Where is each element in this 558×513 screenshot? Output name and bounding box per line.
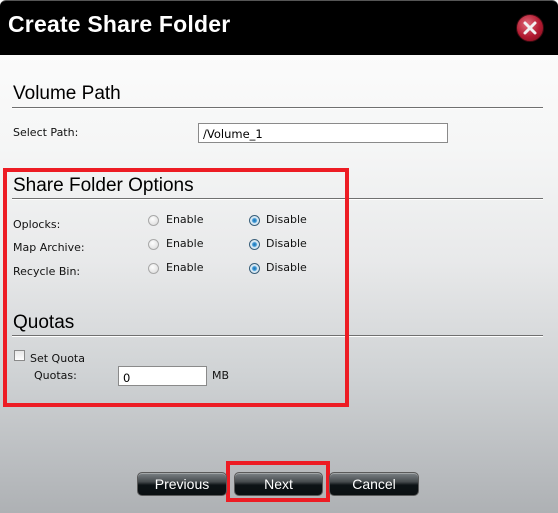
recycle-bin-enable-radio[interactable] <box>148 263 159 274</box>
map-archive-disable-radio[interactable] <box>249 239 260 250</box>
map-archive-label: Map Archive: <box>13 241 85 254</box>
dialog-title: Create Share Folder <box>8 11 231 37</box>
set-quota-label[interactable]: Set Quota <box>30 352 85 365</box>
share-folder-options-divider <box>12 198 543 200</box>
select-path-label: Select Path: <box>13 126 79 139</box>
oplocks-disable-radio[interactable] <box>249 215 260 226</box>
volume-path-heading: Volume Path <box>13 83 121 104</box>
quotas-heading: Quotas <box>13 312 75 333</box>
recycle-bin-disable-radio[interactable] <box>249 263 260 274</box>
quotas-input[interactable]: 0 <box>118 366 207 386</box>
dialog-title-bar: Create Share Folder <box>0 0 558 55</box>
select-path-field[interactable]: /Volume_1 <box>198 123 448 143</box>
oplocks-label: Oplocks: <box>13 218 61 231</box>
previous-button[interactable]: Previous <box>137 472 227 496</box>
volume-path-divider <box>12 107 543 109</box>
map-archive-disable-label[interactable]: Disable <box>266 237 307 250</box>
close-x-icon <box>523 21 537 35</box>
quotas-label: Quotas: <box>34 369 77 382</box>
quotas-unit: MB <box>212 369 230 382</box>
oplocks-enable-radio[interactable] <box>148 215 159 226</box>
recycle-bin-label: Recycle Bin: <box>13 265 81 278</box>
map-archive-enable-label[interactable]: Enable <box>166 237 203 250</box>
oplocks-disable-label[interactable]: Disable <box>266 213 307 226</box>
close-button[interactable] <box>516 14 544 42</box>
recycle-bin-enable-label[interactable]: Enable <box>166 261 203 274</box>
share-folder-options-heading: Share Folder Options <box>13 175 194 196</box>
next-button[interactable]: Next <box>234 472 323 496</box>
oplocks-enable-label[interactable]: Enable <box>166 213 203 226</box>
map-archive-enable-radio[interactable] <box>148 239 159 250</box>
set-quota-checkbox[interactable] <box>14 350 25 361</box>
quotas-divider <box>12 335 543 337</box>
cancel-button[interactable]: Cancel <box>329 472 419 496</box>
recycle-bin-disable-label[interactable]: Disable <box>266 261 307 274</box>
